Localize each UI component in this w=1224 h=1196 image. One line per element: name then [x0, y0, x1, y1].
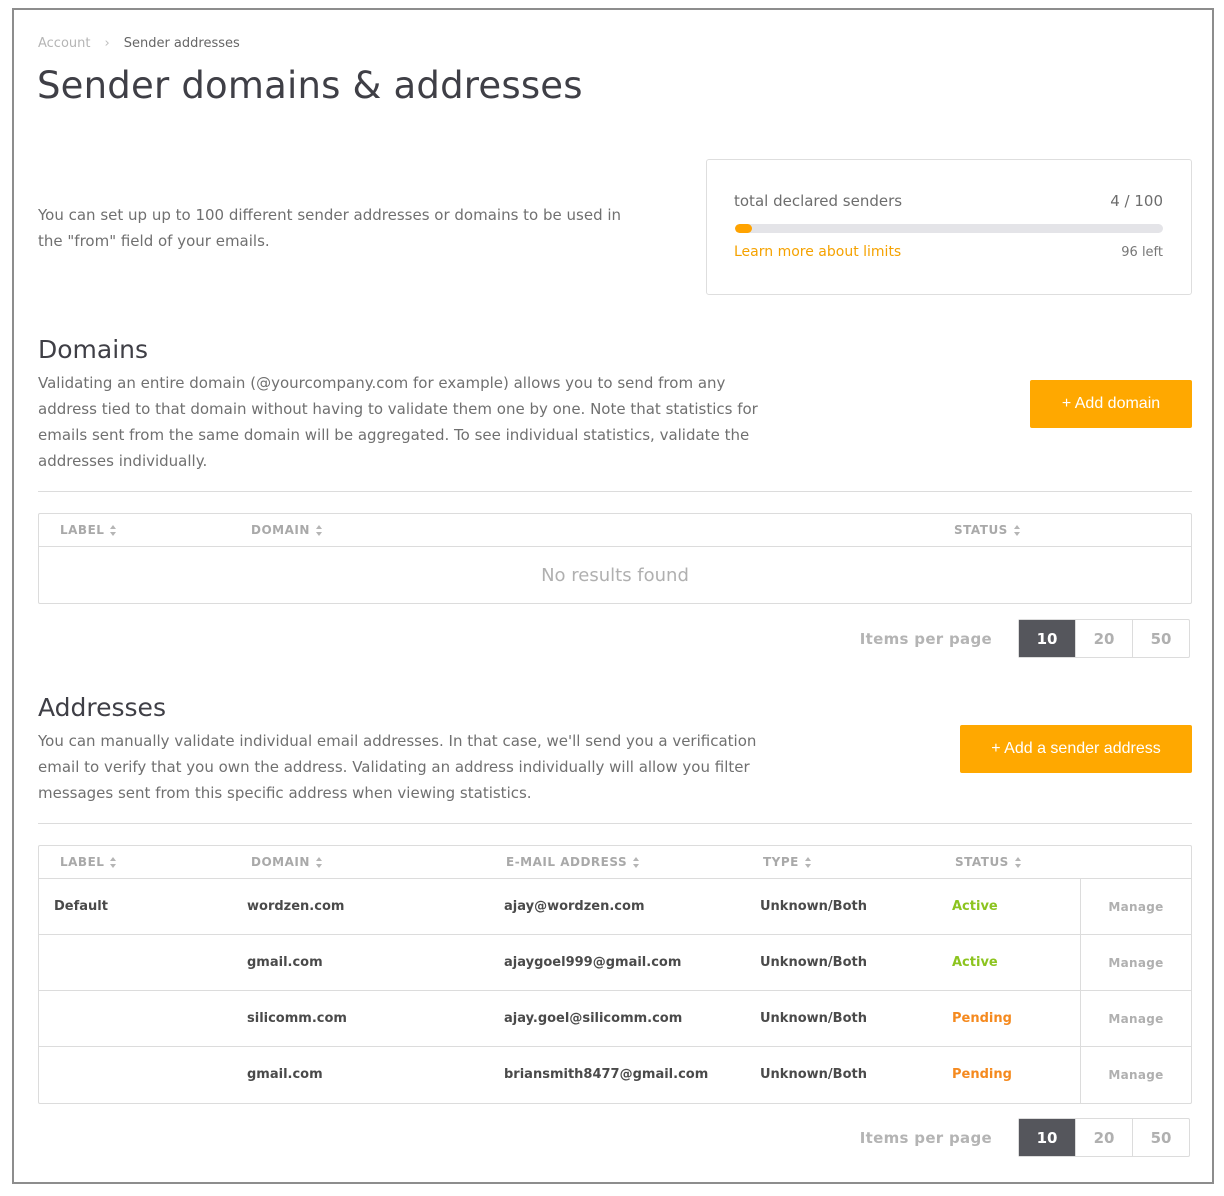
domains-col-label[interactable]: LABEL — [60, 523, 117, 537]
domains-table: LABEL DOMAIN STATUS No results found — [38, 513, 1192, 604]
page-frame: Account › Sender addresses Sender domain… — [12, 8, 1214, 1184]
addresses-pagination: Items per page 10 20 50 — [860, 1118, 1190, 1157]
addresses-col-status[interactable]: STATUS — [955, 855, 1022, 869]
limits-count: 4 / 100 — [1110, 192, 1163, 210]
manage-button[interactable]: Manage — [1080, 991, 1191, 1046]
breadcrumb-current: Sender addresses — [123, 36, 240, 51]
sort-icon — [315, 856, 323, 868]
row-label: Default — [54, 899, 108, 914]
row-domain: wordzen.com — [247, 899, 345, 914]
domains-section-title: Domains — [38, 335, 149, 364]
addresses-table-header: LABEL DOMAIN E-MAIL ADDRESS TYPE STATUS — [39, 846, 1191, 879]
row-email: ajaygoel999@gmail.com — [504, 955, 682, 970]
page-size-option[interactable]: 20 — [1075, 620, 1132, 657]
items-per-page-label: Items per page — [859, 629, 992, 648]
page-title: Sender domains & addresses — [37, 64, 583, 107]
sort-icon — [1014, 856, 1022, 868]
limits-progress-bar — [735, 224, 1163, 233]
table-row: gmail.com briansmith8477@gmail.com Unkno… — [39, 1047, 1191, 1103]
domains-pagination: Items per page 10 20 50 — [860, 619, 1190, 658]
status-badge: Pending — [952, 1067, 1012, 1082]
senders-limit-card: total declared senders 4 / 100 Learn mor… — [706, 159, 1192, 295]
sort-icon — [633, 856, 640, 868]
row-type: Unknown/Both — [760, 955, 867, 970]
page-size-option[interactable]: 10 — [1019, 620, 1075, 657]
status-badge: Pending — [952, 1011, 1012, 1026]
limits-remaining: 96 left — [1121, 245, 1163, 260]
sort-icon — [110, 856, 117, 868]
addresses-description: You can manually validate individual ema… — [38, 732, 757, 802]
table-row: silicomm.com ajay.goel@silicomm.com Unkn… — [39, 991, 1191, 1047]
status-badge: Active — [952, 955, 998, 970]
page-size-option[interactable]: 10 — [1019, 1119, 1075, 1156]
addresses-col-domain[interactable]: DOMAIN — [251, 855, 323, 869]
domains-table-header: LABEL DOMAIN STATUS — [39, 514, 1191, 547]
domains-divider — [38, 491, 1192, 492]
addresses-col-label[interactable]: LABEL — [60, 855, 117, 869]
learn-more-limits-link[interactable]: Learn more about limits — [734, 244, 901, 260]
addresses-divider — [38, 823, 1192, 824]
items-per-page-options: 10 20 50 — [1018, 1118, 1190, 1157]
limits-label: total declared senders — [734, 192, 903, 210]
addresses-section-title: Addresses — [38, 693, 166, 722]
manage-button[interactable]: Manage — [1080, 935, 1191, 990]
sort-icon — [804, 856, 812, 868]
row-email: ajay.goel@silicomm.com — [504, 1011, 683, 1026]
row-email: briansmith8477@gmail.com — [504, 1067, 709, 1082]
row-type: Unknown/Both — [760, 1067, 867, 1082]
domains-description: Validating an entire domain (@yourcompan… — [38, 374, 758, 470]
sort-icon — [315, 524, 323, 536]
addresses-table: LABEL DOMAIN E-MAIL ADDRESS TYPE STATUS … — [38, 845, 1192, 1104]
items-per-page-label: Items per page — [859, 1128, 992, 1147]
manage-button[interactable]: Manage — [1080, 879, 1191, 934]
page-size-option[interactable]: 50 — [1132, 620, 1189, 657]
domains-col-status[interactable]: STATUS — [954, 523, 1021, 537]
row-type: Unknown/Both — [760, 1011, 867, 1026]
row-type: Unknown/Both — [760, 899, 867, 914]
page-size-option[interactable]: 50 — [1132, 1119, 1189, 1156]
row-domain: gmail.com — [247, 1067, 323, 1082]
row-domain: gmail.com — [247, 955, 323, 970]
page-size-option[interactable]: 20 — [1075, 1119, 1132, 1156]
limits-progress-fill — [735, 224, 753, 233]
chevron-right-icon: › — [104, 36, 110, 51]
breadcrumb-account-link[interactable]: Account — [38, 36, 91, 51]
add-domain-button[interactable]: + Add domain — [1030, 380, 1192, 428]
add-sender-address-button[interactable]: + Add a sender address — [960, 725, 1192, 773]
manage-button[interactable]: Manage — [1080, 1047, 1191, 1103]
addresses-col-type[interactable]: TYPE — [763, 855, 812, 869]
status-badge: Active — [952, 899, 998, 914]
domains-empty-message: No results found — [541, 564, 689, 586]
table-row: gmail.com ajaygoel999@gmail.com Unknown/… — [39, 935, 1191, 991]
intro-text: You can set up up to 100 different sende… — [38, 206, 622, 250]
items-per-page-options: 10 20 50 — [1018, 619, 1190, 658]
addresses-col-email[interactable]: E-MAIL ADDRESS — [506, 855, 640, 869]
domains-col-domain[interactable]: DOMAIN — [251, 523, 323, 537]
sort-icon — [110, 524, 117, 536]
table-row: Default wordzen.com ajay@wordzen.com Unk… — [39, 879, 1191, 935]
row-domain: silicomm.com — [247, 1011, 347, 1026]
sort-icon — [1013, 524, 1021, 536]
breadcrumb: Account › Sender addresses — [38, 36, 240, 51]
row-email: ajay@wordzen.com — [504, 899, 645, 914]
